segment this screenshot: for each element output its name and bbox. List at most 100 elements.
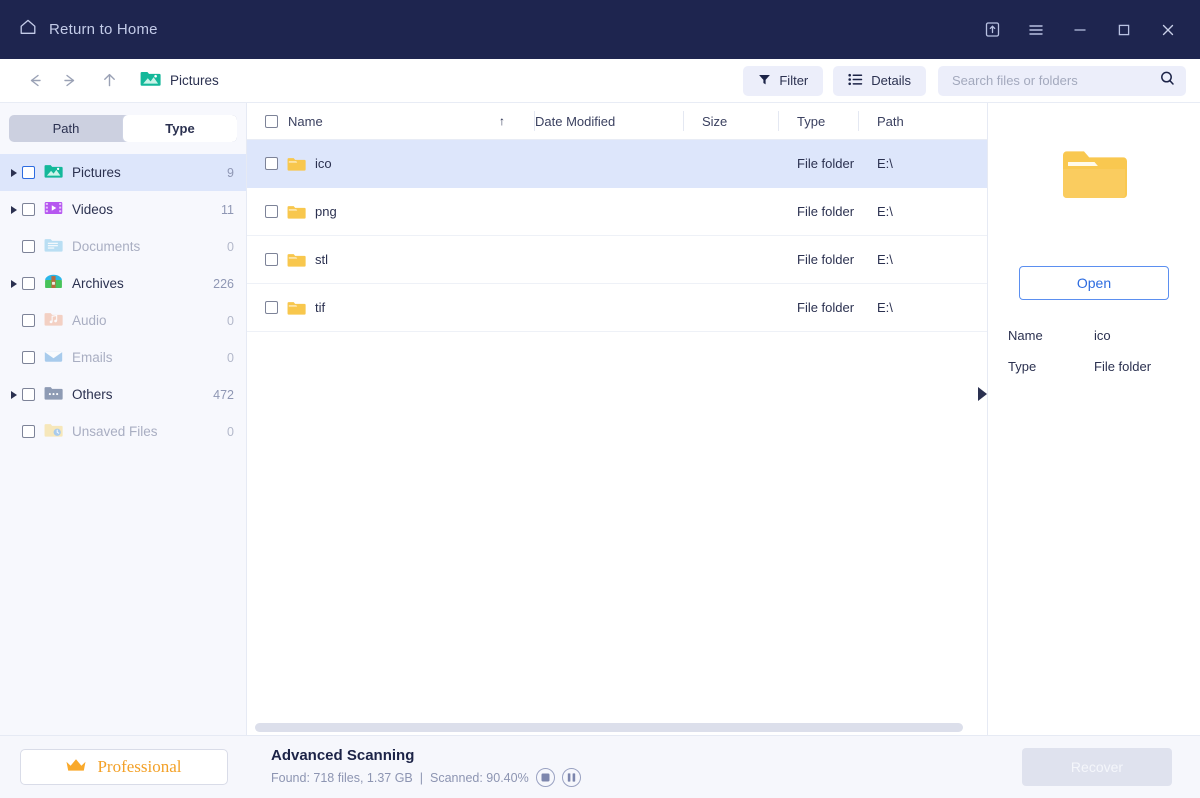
scan-progress: Scanned: 90.40%	[430, 771, 529, 785]
metadata-row-type: Type File folder	[1008, 359, 1180, 374]
sidebar-checkbox[interactable]	[22, 388, 35, 401]
segment-type[interactable]: Type	[123, 115, 237, 142]
folder-icon	[287, 300, 306, 316]
table-row[interactable]: stl File folder E:\	[247, 236, 987, 284]
status-left-slot: Professional	[0, 736, 247, 798]
sidebar-item-label: Pictures	[72, 165, 227, 180]
cell-type: File folder	[779, 188, 859, 235]
sidebar-checkbox[interactable]	[22, 203, 35, 216]
sidebar-item-audio[interactable]: Audio 0	[0, 302, 246, 339]
sidebar-item-label: Archives	[72, 276, 213, 291]
sidebar-item-label: Emails	[72, 350, 227, 365]
back-icon[interactable]	[18, 64, 52, 98]
cell-path: E:\	[859, 188, 987, 235]
expand-arrow-icon[interactable]	[6, 206, 22, 214]
collapse-preview-icon[interactable]	[978, 387, 987, 401]
close-icon[interactable]	[1148, 12, 1188, 48]
filter-icon	[758, 73, 771, 89]
details-button[interactable]: Details	[833, 66, 926, 96]
home-label: Return to Home	[49, 21, 158, 38]
sort-ascending-icon[interactable]: ↑	[499, 114, 505, 128]
horizontal-scrollbar[interactable]	[247, 719, 987, 735]
expand-arrow-icon[interactable]	[6, 169, 22, 177]
pause-icon[interactable]	[562, 768, 581, 787]
home-icon	[18, 17, 38, 42]
file-list-header: Name ↑ Date Modified Size	[247, 103, 987, 140]
sidebar-item-unsaved-files[interactable]: Unsaved Files 0	[0, 413, 246, 450]
sidebar-item-pictures[interactable]: Pictures 9	[0, 154, 246, 191]
sidebar-item-documents[interactable]: Documents 0	[0, 228, 246, 265]
cell-name: ico	[247, 140, 517, 187]
scan-title: Advanced Scanning	[271, 747, 1022, 764]
sidebar-checkbox[interactable]	[22, 240, 35, 253]
row-checkbox[interactable]	[265, 253, 278, 266]
table-row[interactable]: png File folder E:\	[247, 188, 987, 236]
cell-name: stl	[247, 236, 517, 283]
cell-path: E:\	[859, 284, 987, 331]
open-button[interactable]: Open	[1019, 266, 1169, 300]
sidebar-item-count: 0	[227, 240, 234, 254]
cell-path: E:\	[859, 236, 987, 283]
filter-button[interactable]: Filter	[743, 66, 823, 96]
column-header-path[interactable]: Path	[859, 103, 987, 139]
sidebar-checkbox[interactable]	[22, 166, 35, 179]
folder-icon	[287, 252, 306, 268]
minimize-icon[interactable]	[1060, 12, 1100, 48]
export-icon[interactable]	[972, 12, 1012, 48]
file-name: stl	[315, 252, 328, 267]
column-header-type[interactable]: Type	[779, 103, 859, 139]
application-window: Return to Home	[0, 0, 1200, 798]
sidebar-checkbox[interactable]	[22, 425, 35, 438]
search-input[interactable]	[952, 73, 1159, 88]
segment-path[interactable]: Path	[9, 115, 123, 142]
maximize-icon[interactable]	[1104, 12, 1144, 48]
table-row[interactable]: ico File folder E:\	[247, 140, 987, 188]
recover-button[interactable]: Recover	[1022, 748, 1172, 786]
emails-folder-icon	[44, 348, 63, 367]
scrollbar-thumb[interactable]	[255, 723, 963, 732]
column-label-date: Date Modified	[535, 114, 615, 129]
row-checkbox[interactable]	[265, 301, 278, 314]
menu-icon[interactable]	[1016, 12, 1056, 48]
folder-icon	[287, 156, 306, 172]
breadcrumb[interactable]: Pictures	[140, 70, 219, 92]
search-icon[interactable]	[1159, 70, 1176, 92]
sidebar-item-count: 11	[221, 203, 234, 217]
return-to-home-button[interactable]: Return to Home	[14, 13, 162, 46]
select-all-checkbox[interactable]	[265, 115, 278, 128]
details-label: Details	[871, 73, 911, 88]
expand-arrow-icon[interactable]	[6, 280, 22, 288]
sidebar-checkbox[interactable]	[22, 314, 35, 327]
stop-icon[interactable]	[536, 768, 555, 787]
sidebar-checkbox[interactable]	[22, 351, 35, 364]
column-header-size[interactable]: Size	[684, 103, 779, 139]
file-list-panel: Name ↑ Date Modified Size	[247, 103, 987, 735]
column-header-date-modified[interactable]: Date Modified	[517, 103, 684, 139]
column-header-name[interactable]: Name	[247, 103, 517, 139]
breadcrumb-label: Pictures	[170, 73, 219, 88]
row-checkbox[interactable]	[265, 205, 278, 218]
sidebar-item-label: Unsaved Files	[72, 424, 227, 439]
expand-arrow-icon[interactable]	[6, 391, 22, 399]
table-row[interactable]: tif File folder E:\	[247, 284, 987, 332]
cell-date	[517, 236, 684, 283]
professional-label: Professional	[97, 757, 181, 777]
navigation-toolbar: Pictures Filter Details	[0, 59, 1200, 103]
sidebar-checkbox[interactable]	[22, 277, 35, 290]
sidebar-item-archives[interactable]: Archives 226	[0, 265, 246, 302]
row-checkbox[interactable]	[265, 157, 278, 170]
sidebar-item-emails[interactable]: Emails 0	[0, 339, 246, 376]
sidebar: Path Type Pictures 9	[0, 103, 247, 735]
sidebar-item-count: 0	[227, 351, 234, 365]
professional-button[interactable]: Professional	[20, 749, 228, 785]
forward-icon[interactable]	[52, 64, 86, 98]
sidebar-item-videos[interactable]: Videos 11	[0, 191, 246, 228]
metadata-row-name: Name ico	[1008, 328, 1180, 343]
file-list: Name ↑ Date Modified Size	[247, 103, 987, 735]
filter-label: Filter	[779, 73, 808, 88]
sidebar-item-others[interactable]: Others 472	[0, 376, 246, 413]
window-controls	[972, 12, 1188, 48]
up-icon[interactable]	[92, 64, 126, 98]
sidebar-item-count: 472	[213, 388, 234, 402]
scan-status: Advanced Scanning Found: 718 files, 1.37…	[247, 747, 1022, 787]
